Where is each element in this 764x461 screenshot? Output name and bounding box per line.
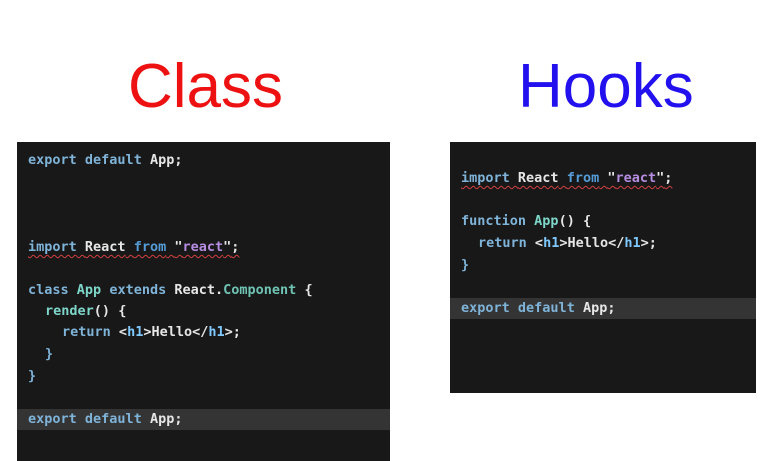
code-line-class-declaration: class App extends React.Component { xyxy=(28,282,313,298)
code-line-close-class: } xyxy=(28,368,37,384)
class-heading: Class xyxy=(128,52,284,121)
lint-error-underline[interactable]: import React from "react"; xyxy=(461,170,672,186)
hooks-heading: Hooks xyxy=(518,52,694,121)
lint-error-underline[interactable]: import React from "react"; xyxy=(28,239,239,255)
class-code-editor[interactable]: export default App; import React from "r… xyxy=(17,142,390,461)
code-line-export-top: export default App; xyxy=(28,152,183,168)
code-line-export-bottom: export default App; xyxy=(450,298,756,319)
code-line-return: return <h1>Hello</h1>; xyxy=(62,324,241,340)
hooks-code-editor[interactable]: import React from "react"; function App(… xyxy=(450,142,756,393)
code-line-import: import React from "react"; xyxy=(450,168,756,189)
code-line-close-render: } xyxy=(45,346,54,362)
code-line-close-function: } xyxy=(461,257,470,273)
code-line-return: return <h1>Hello</h1>; xyxy=(478,235,657,251)
code-line-function-declaration: function App() { xyxy=(461,213,592,229)
code-line-export-bottom: export default App; xyxy=(17,409,390,430)
code-line-render: render() { xyxy=(45,303,127,319)
code-line-import: import React from "react"; xyxy=(17,237,390,258)
